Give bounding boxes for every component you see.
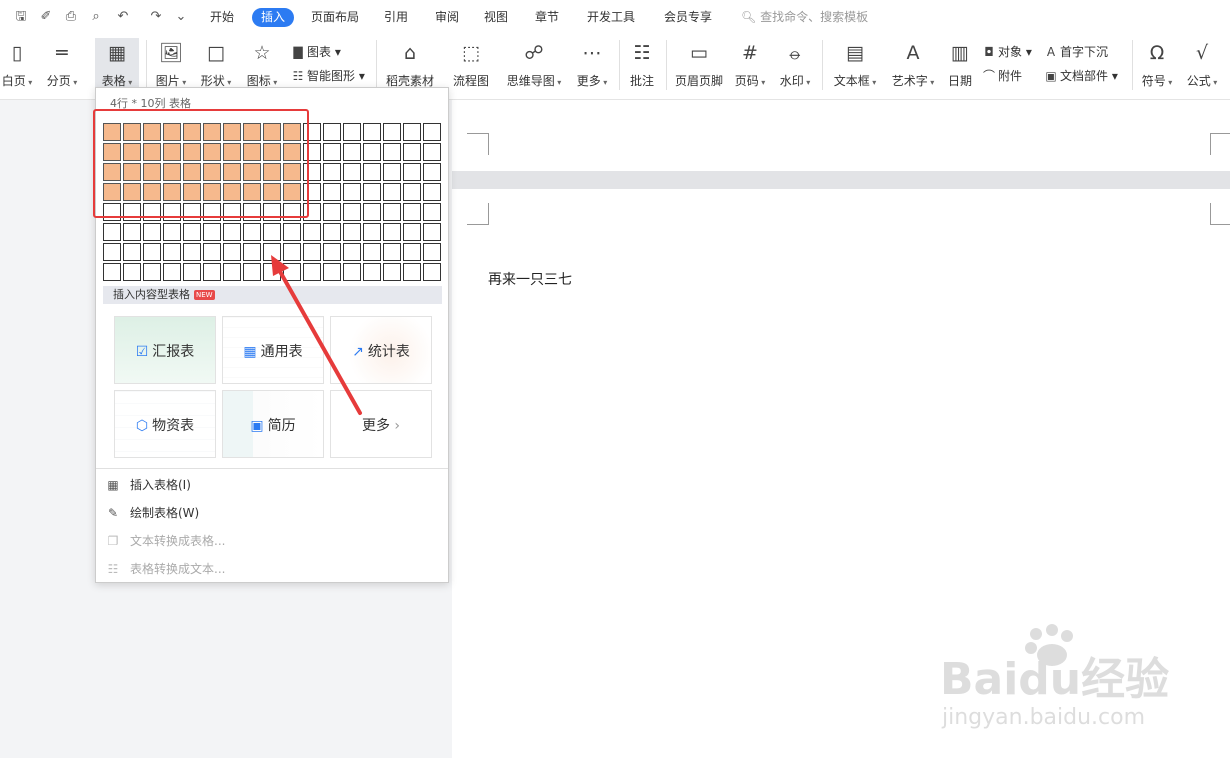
- watermark-url: jingyan.baidu.com: [941, 705, 1145, 730]
- watermark-brand: Baidu经验: [940, 654, 1169, 705]
- baidu-watermark: Baidu经验 jingyan.baidu.com: [940, 624, 1169, 730]
